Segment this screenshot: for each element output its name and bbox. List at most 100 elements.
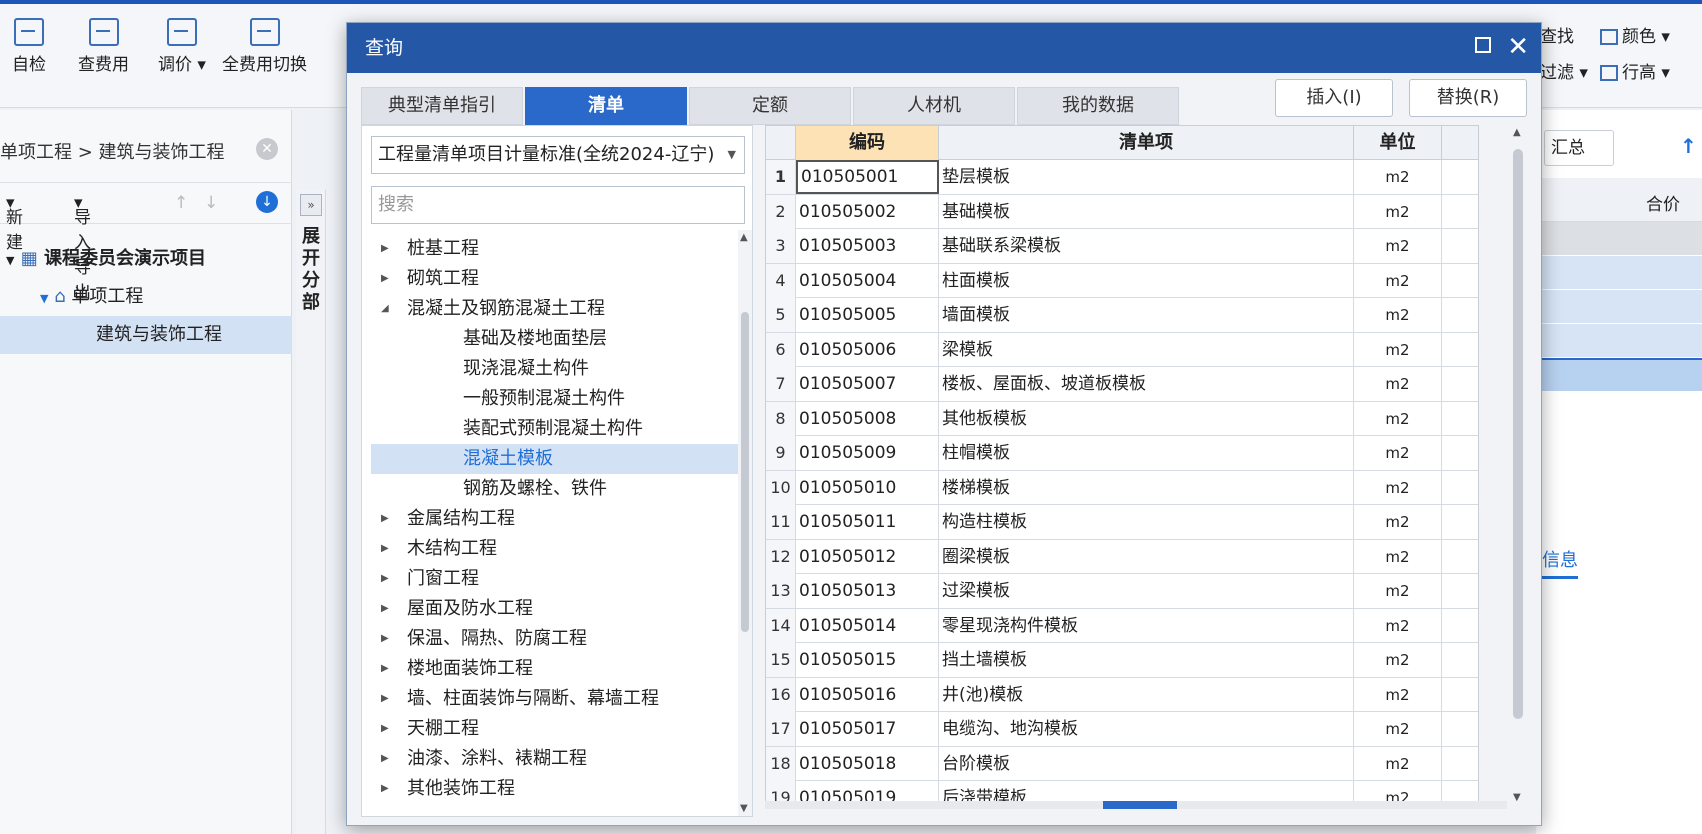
scrollbar-thumb[interactable] [741, 312, 749, 632]
unit-cell[interactable]: m2 [1354, 401, 1442, 436]
item-cell[interactable]: 过梁模板 [939, 574, 1354, 608]
unit-cell[interactable]: m2 [1354, 746, 1442, 781]
item-cell[interactable]: 柱帽模板 [939, 436, 1354, 470]
chevron-right-icon[interactable]: ▶ [381, 594, 389, 624]
tree-item[interactable]: ▶ 桩基工程 [371, 234, 741, 264]
unit-cell[interactable]: m2 [1354, 160, 1442, 194]
tree-item[interactable]: 基础及楼地面垫层 [371, 324, 741, 354]
table-row[interactable]: 5 010505005 墙面模板 m2 [766, 298, 1478, 333]
tree-item[interactable]: 现浇混凝土构件 [371, 354, 741, 384]
table-row[interactable]: 1 010505001 垫层模板 m2 [766, 160, 1478, 195]
chevron-right-icon[interactable]: ▶ [381, 714, 389, 744]
item-cell[interactable]: 基础模板 [939, 194, 1354, 229]
code-cell[interactable]: 010505010 [796, 470, 939, 505]
item-cell[interactable]: 墙面模板 [939, 298, 1354, 332]
table-row[interactable]: 11 010505011 构造柱模板 m2 [766, 505, 1478, 540]
scroll-down-icon[interactable]: ▼ [1513, 792, 1521, 803]
tree-item[interactable]: 钢筋及螺栓、铁件 [371, 474, 741, 504]
replace-button[interactable]: 替换(R) [1409, 79, 1527, 117]
code-cell[interactable]: 010505009 [796, 436, 939, 470]
code-cell[interactable]: 010505008 [796, 401, 939, 436]
chevron-right-icon[interactable]: ▶ [381, 654, 389, 684]
item-cell[interactable]: 台阶模板 [939, 746, 1354, 781]
item-cell[interactable]: 基础联系梁模板 [939, 229, 1354, 263]
import-export-button[interactable]: 导入导出 ▾ [74, 193, 91, 303]
unit-cell[interactable]: m2 [1354, 643, 1442, 677]
tab-typical-guide[interactable]: 典型清单指引 [361, 87, 523, 125]
tab-labor-material[interactable]: 人材机 [853, 87, 1015, 125]
tree-item[interactable]: ▶ 其他装饰工程 [371, 774, 741, 804]
table-row[interactable]: 14 010505014 零星现浇构件模板 m2 [766, 608, 1478, 643]
item-cell[interactable]: 楼板、屋面板、坡道板模板 [939, 367, 1354, 401]
scroll-up-icon[interactable]: ▲ [740, 232, 748, 243]
find-button[interactable]: 查找 [1540, 22, 1574, 47]
expand-icon[interactable]: » [300, 194, 322, 216]
horizontal-scrollbar[interactable] [765, 801, 1507, 809]
scroll-down-icon[interactable]: ▼ [740, 803, 748, 814]
table-row[interactable]: 3 010505003 基础联系梁模板 m2 [766, 229, 1478, 264]
unit-cell[interactable]: m2 [1354, 712, 1442, 746]
move-up-icon[interactable]: ↑ [174, 193, 188, 213]
tree-item[interactable]: ▶ 墙、柱面装饰与隔断、幕墙工程 [371, 684, 741, 714]
table-row[interactable]: 6 010505006 梁模板 m2 [766, 332, 1478, 367]
tree-item-building[interactable]: 建筑与装饰工程 [0, 316, 292, 354]
full-fee-switch-button[interactable]: 全费用切换 [222, 18, 307, 75]
tree-item[interactable]: 装配式预制混凝土构件 [371, 414, 741, 444]
item-cell[interactable]: 柱面模板 [939, 263, 1354, 298]
chevron-right-icon[interactable]: ▶ [381, 534, 389, 564]
table-row[interactable] [1536, 256, 1702, 290]
chevron-right-icon[interactable]: ▶ [381, 504, 389, 534]
check-fee-button[interactable]: 查费用 [78, 18, 129, 75]
adjust-price-button[interactable]: 调价 ▾ [158, 18, 206, 75]
tree-item-project[interactable]: ▼ ▦ 课程委员会演示项目 [0, 240, 292, 278]
code-cell[interactable]: 010505005 [796, 298, 939, 332]
unit-cell[interactable]: m2 [1354, 574, 1442, 608]
tree-scrollbar[interactable]: ▲ ▼ [738, 230, 752, 816]
table-row[interactable]: 2 010505002 基础模板 m2 [766, 194, 1478, 229]
tree-item[interactable]: ▶ 油漆、涂料、裱糊工程 [371, 744, 741, 774]
tab-my-data[interactable]: 我的数据 [1017, 87, 1179, 125]
item-cell[interactable]: 梁模板 [939, 332, 1354, 367]
table-row[interactable]: 17 010505017 电缆沟、地沟模板 m2 [766, 712, 1478, 747]
tree-item[interactable]: 混凝土模板 [371, 444, 741, 474]
unit-cell[interactable]: m2 [1354, 263, 1442, 298]
unit-cell[interactable]: m2 [1354, 470, 1442, 505]
unit-cell[interactable]: m2 [1354, 539, 1442, 574]
new-button[interactable]: 新建 ▾ [6, 193, 23, 253]
table-row[interactable]: 13 010505013 过梁模板 m2 [766, 574, 1478, 609]
item-cell[interactable]: 电缆沟、地沟模板 [939, 712, 1354, 746]
table-row[interactable]: 16 010505016 井(池)模板 m2 [766, 677, 1478, 712]
scrollbar-thumb[interactable] [1103, 801, 1177, 809]
table-scrollbar[interactable]: ▲ ▼ [1507, 125, 1529, 805]
scroll-up-icon[interactable]: ▲ [1513, 127, 1521, 138]
tab-quota[interactable]: 定额 [689, 87, 851, 125]
code-cell[interactable]: 010505018 [796, 746, 939, 781]
unit-cell[interactable]: m2 [1354, 332, 1442, 367]
table-row[interactable] [1536, 290, 1702, 324]
self-check-button[interactable]: 自检 [12, 18, 46, 75]
tree-item[interactable]: ▶ 门窗工程 [371, 564, 741, 594]
table-row[interactable]: 7 010505007 楼板、屋面板、坡道板模板 m2 [766, 367, 1478, 402]
search-input[interactable]: 搜索 [371, 186, 745, 224]
table-row[interactable] [1536, 222, 1702, 256]
close-icon[interactable]: ✕ [1507, 23, 1529, 71]
code-cell[interactable]: 010505006 [796, 332, 939, 367]
item-cell[interactable]: 其他板模板 [939, 401, 1354, 436]
item-cell[interactable]: 构造柱模板 [939, 505, 1354, 539]
tree-item[interactable]: ▶ 砌筑工程 [371, 264, 741, 294]
code-cell[interactable]: 010505016 [796, 677, 939, 712]
code-cell[interactable]: 010505015 [796, 643, 939, 677]
code-cell[interactable]: 010505001 [796, 160, 939, 194]
item-cell[interactable]: 零星现浇构件模板 [939, 608, 1354, 643]
insert-button[interactable]: 插入(I) [1275, 79, 1393, 117]
item-cell[interactable]: 井(池)模板 [939, 677, 1354, 712]
item-cell[interactable]: 圈梁模板 [939, 539, 1354, 574]
code-cell[interactable]: 010505004 [796, 263, 939, 298]
scrollbar-thumb[interactable] [1513, 149, 1523, 719]
tree-item[interactable]: ▶ 木结构工程 [371, 534, 741, 564]
color-button[interactable]: 颜色 ▾ [1600, 22, 1670, 47]
chevron-right-icon[interactable]: ▶ [381, 744, 389, 774]
tree-item-single-project[interactable]: ▼ ⌂ 单项工程 [0, 278, 292, 316]
chevron-right-icon[interactable]: ▶ [381, 234, 389, 264]
unit-header[interactable]: 单位 [1354, 126, 1442, 160]
